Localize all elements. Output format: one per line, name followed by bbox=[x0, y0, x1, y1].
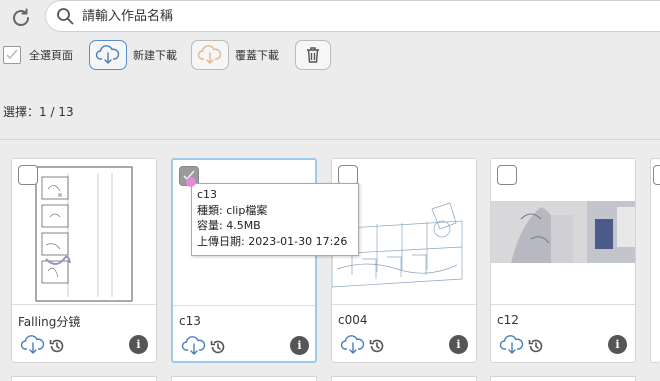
refresh-icon[interactable] bbox=[9, 6, 33, 30]
card-checkbox[interactable] bbox=[18, 165, 38, 185]
cloud-download-icon[interactable] bbox=[340, 335, 366, 355]
cloud-download-icon[interactable] bbox=[181, 336, 207, 356]
file-card[interactable]: Falling分镜 i bbox=[11, 158, 157, 363]
delete-button[interactable] bbox=[295, 40, 331, 70]
search-bar[interactable] bbox=[45, 0, 660, 32]
info-icon[interactable]: i bbox=[129, 335, 148, 354]
file-card-row2[interactable] bbox=[490, 376, 636, 381]
file-info-tooltip: c13 種類: clip檔案 容量: 4.5MB 上傳日期: 2023-01-3… bbox=[191, 183, 359, 256]
selection-count: 選擇：1 / 13 bbox=[3, 105, 74, 119]
cloud-download-icon bbox=[197, 45, 222, 64]
history-icon[interactable] bbox=[209, 338, 227, 356]
new-download-button[interactable] bbox=[89, 40, 127, 70]
file-name: Falling分镜 bbox=[18, 315, 81, 329]
top-bar: 全選頁面 新建下載 覆蓋下載 bbox=[0, 0, 660, 84]
toolbar: 全選頁面 新建下載 覆蓋下載 bbox=[0, 38, 660, 70]
cloud-download-icon[interactable] bbox=[20, 335, 46, 355]
info-icon[interactable]: i bbox=[608, 335, 627, 354]
history-icon[interactable] bbox=[527, 337, 545, 355]
card-checkbox[interactable] bbox=[653, 165, 660, 185]
check-icon bbox=[6, 49, 18, 60]
trash-icon bbox=[307, 47, 319, 63]
select-all-checkbox[interactable] bbox=[3, 46, 21, 64]
select-all-label: 全選頁面 bbox=[29, 49, 73, 62]
cloud-download-icon bbox=[95, 45, 120, 64]
history-icon[interactable] bbox=[48, 337, 66, 355]
file-name: c12 bbox=[497, 313, 519, 327]
tooltip-date: 上傳日期: 2023-01-30 17:26 bbox=[197, 234, 348, 248]
cursor-indicator bbox=[186, 177, 196, 187]
search-input[interactable] bbox=[82, 5, 642, 27]
file-grid: Falling分镜 i c13 i c004 i c12 i bbox=[0, 140, 660, 381]
file-name: c13 bbox=[179, 314, 201, 328]
search-icon bbox=[57, 8, 74, 25]
new-download-label: 新建下載 bbox=[133, 49, 177, 62]
overwrite-download-button[interactable] bbox=[191, 40, 229, 70]
history-icon[interactable] bbox=[368, 337, 386, 355]
card-checkbox[interactable] bbox=[497, 165, 517, 185]
cloud-download-icon[interactable] bbox=[499, 335, 525, 355]
card-checkbox[interactable] bbox=[338, 165, 358, 185]
tooltip-type: 種類: clip檔案 bbox=[197, 203, 268, 217]
file-name: c004 bbox=[338, 313, 368, 327]
info-icon[interactable]: i bbox=[290, 336, 309, 355]
tooltip-name: c13 bbox=[197, 188, 218, 201]
file-card-row2[interactable] bbox=[171, 376, 317, 381]
info-icon[interactable]: i bbox=[449, 335, 468, 354]
overwrite-download-label: 覆蓋下載 bbox=[235, 49, 279, 62]
file-card-row2[interactable] bbox=[331, 376, 477, 381]
file-card[interactable]: c12 i bbox=[490, 158, 636, 363]
file-card-row2[interactable] bbox=[11, 376, 157, 381]
selection-bar: 選擇：1 / 13 bbox=[0, 86, 660, 140]
tooltip-size: 容量: 4.5MB bbox=[197, 219, 261, 232]
file-card-partial[interactable] bbox=[650, 158, 660, 363]
